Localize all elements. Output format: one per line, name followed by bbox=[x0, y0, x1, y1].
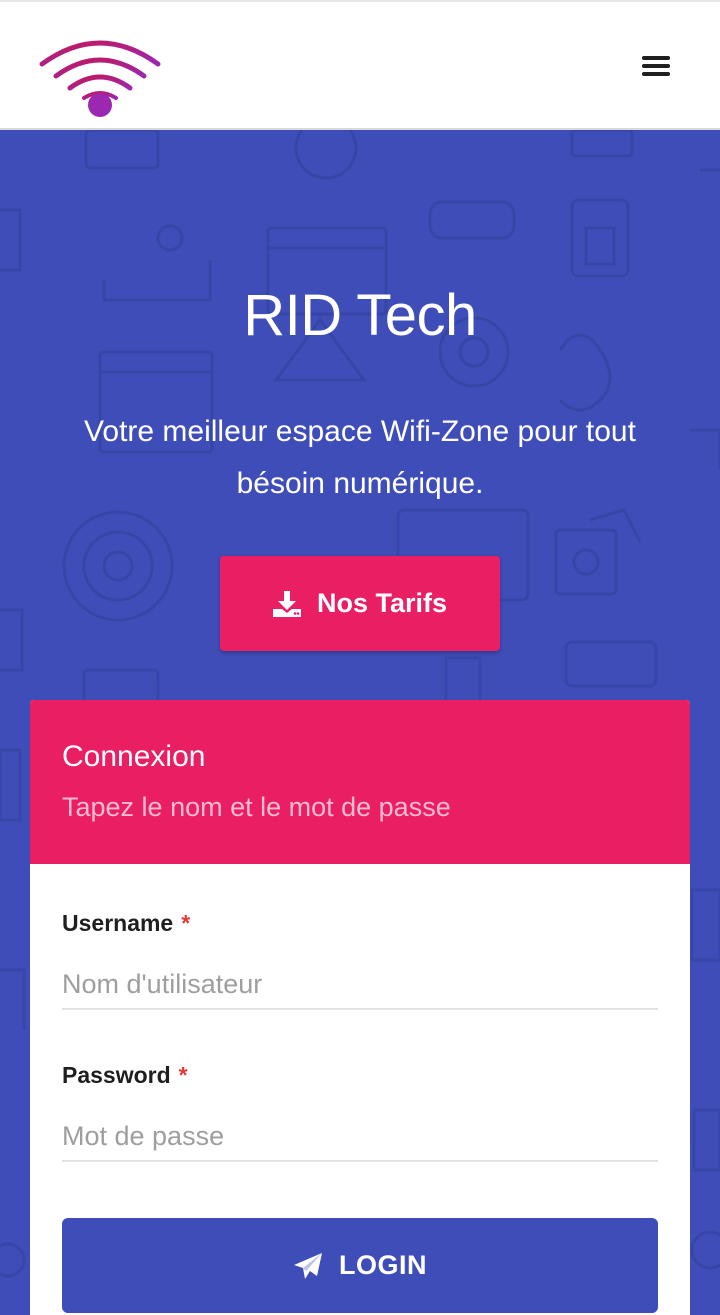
site-title: RID Tech bbox=[243, 283, 477, 348]
login-card: Connexion Tapez le nom et le mot de pass… bbox=[30, 700, 690, 1315]
paper-plane-icon bbox=[294, 1252, 322, 1279]
tarifs-button-label: Nos Tarifs bbox=[316, 588, 448, 618]
required-asterisk: * bbox=[178, 1062, 188, 1088]
login-button-label: LOGIN bbox=[339, 1250, 427, 1280]
login-card-header: Connexion Tapez le nom et le mot de pass… bbox=[30, 700, 690, 864]
wifi-logo-icon[interactable] bbox=[38, 36, 162, 120]
menu-bar bbox=[642, 56, 670, 60]
username-label: Username * bbox=[62, 910, 190, 937]
top-navbar bbox=[0, 0, 720, 130]
menu-bar bbox=[642, 72, 670, 76]
download-icon bbox=[272, 590, 301, 617]
site-tagline: Votre meilleur espace Wifi-Zone pour tou… bbox=[84, 415, 636, 500]
hamburger-menu-icon[interactable] bbox=[636, 50, 676, 82]
hero-section: RID Tech Votre meilleur espace Wifi-Zone… bbox=[0, 130, 720, 1315]
password-label-text: Password bbox=[62, 1062, 171, 1088]
username-input[interactable] bbox=[62, 960, 658, 1010]
login-card-title: Connexion bbox=[62, 740, 206, 773]
required-asterisk: * bbox=[181, 910, 191, 936]
password-label: Password * bbox=[62, 1062, 188, 1089]
password-input[interactable] bbox=[62, 1112, 658, 1162]
login-card-subtitle: Tapez le nom et le mot de passe bbox=[62, 792, 451, 822]
menu-bar bbox=[642, 64, 670, 68]
tarifs-button[interactable]: Nos Tarifs bbox=[220, 556, 500, 651]
login-button[interactable]: LOGIN bbox=[62, 1218, 658, 1313]
username-label-text: Username bbox=[62, 910, 174, 936]
